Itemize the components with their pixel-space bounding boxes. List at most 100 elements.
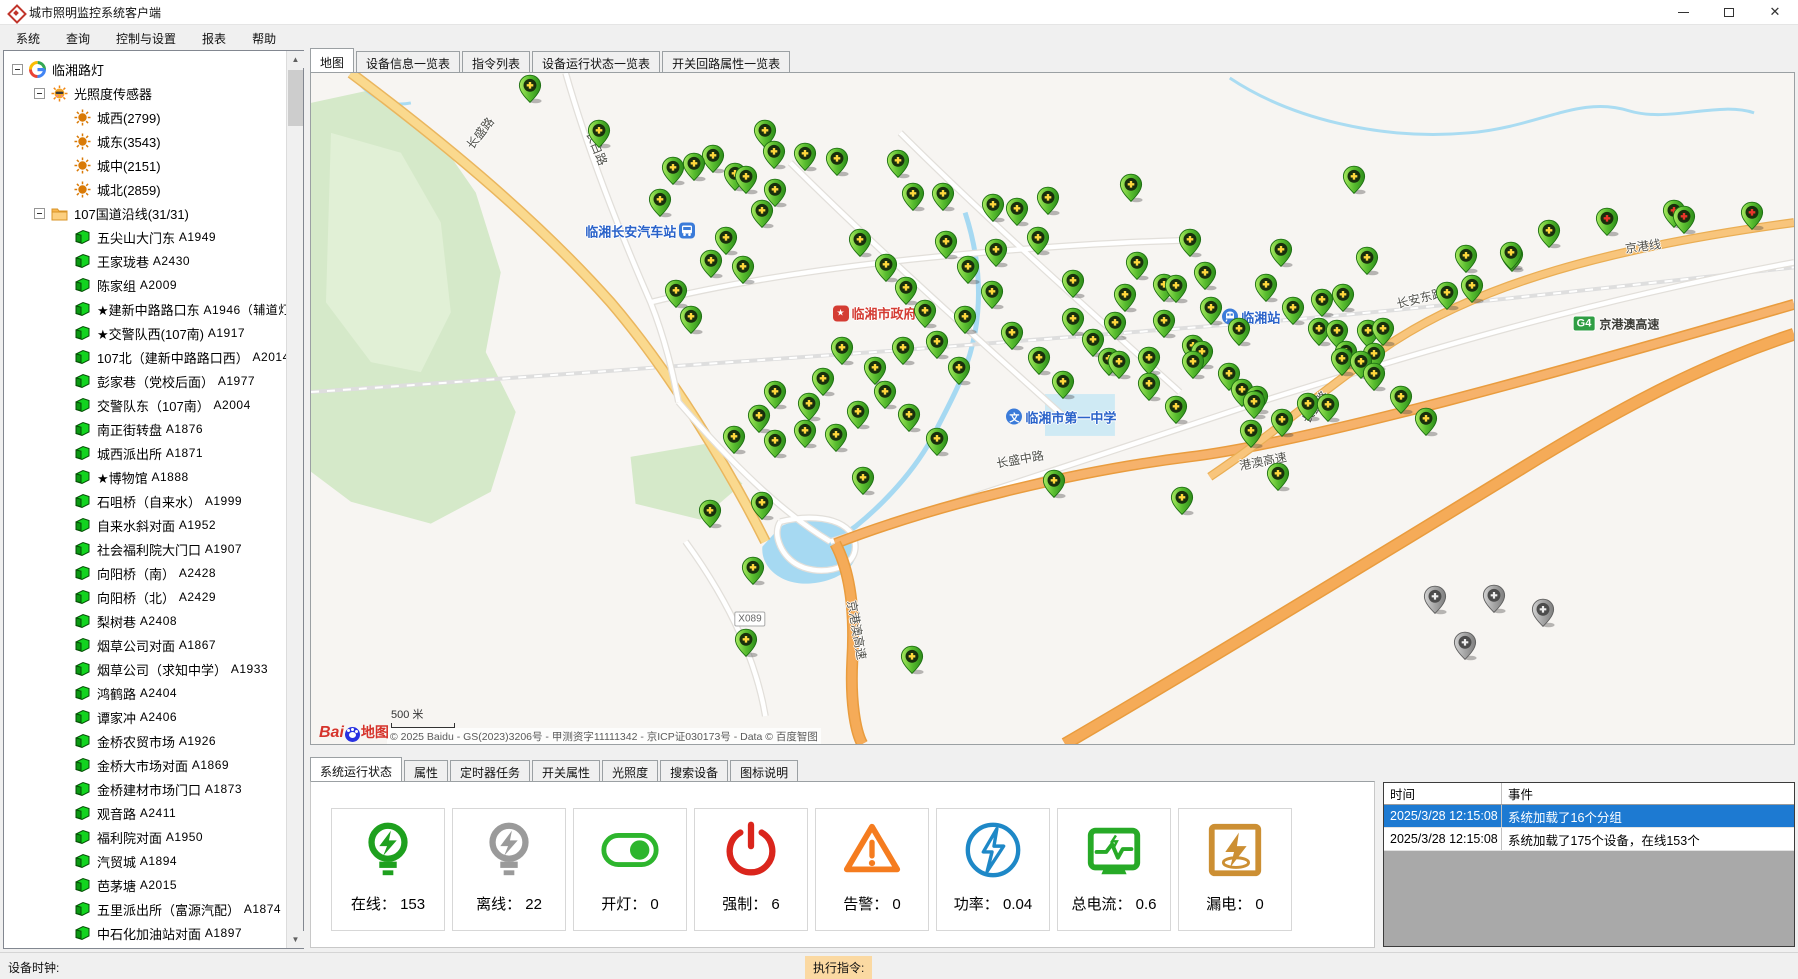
tree-item-1-17[interactable]: 烟草公司对面 A1867 xyxy=(4,633,286,657)
map-pin-alarm[interactable] xyxy=(1740,201,1764,231)
map-pin-online[interactable] xyxy=(1107,350,1131,380)
tree-item-group-0[interactable]: 光照度传感器 xyxy=(4,81,286,105)
tree-item-1-24[interactable]: 观音路 A2411 xyxy=(4,801,286,825)
tab-设备运行状态一览表[interactable]: 设备运行状态一览表 xyxy=(532,51,660,72)
map-pin-online[interactable] xyxy=(1331,283,1355,313)
scroll-down-icon[interactable]: ▼ xyxy=(287,931,304,948)
maximize-button[interactable] xyxy=(1706,0,1752,24)
map-pin-online[interactable] xyxy=(830,336,854,366)
map-pin-online[interactable] xyxy=(1125,251,1149,281)
tree-expander-icon[interactable] xyxy=(34,208,45,219)
map-pin-online[interactable] xyxy=(934,230,958,260)
tree-item-1-16[interactable]: 梨树巷 A2408 xyxy=(4,609,286,633)
map-pin-online[interactable] xyxy=(1310,288,1334,318)
map-pin-online[interactable] xyxy=(851,466,875,496)
map-pin-online[interactable] xyxy=(947,356,971,386)
map-pin-online[interactable] xyxy=(825,147,849,177)
tree-item-1-29[interactable]: 中石化加油站对面 A1897 xyxy=(4,921,286,945)
map-pin-online[interactable] xyxy=(648,188,672,218)
map-pin-online[interactable] xyxy=(734,628,758,658)
tree-item-1-26[interactable]: 汽贸城 A1894 xyxy=(4,849,286,873)
poi-label[interactable]: 文临湘市第一中学 xyxy=(1006,407,1116,426)
bottom-tab-定时器任务[interactable]: 定时器任务 xyxy=(450,760,530,781)
map-pin-online[interactable] xyxy=(763,429,787,459)
tree-item-1-18[interactable]: 烟草公司（求知中学） A1933 xyxy=(4,657,286,681)
tree-item-1-20[interactable]: 谭家冲 A2406 xyxy=(4,705,286,729)
map-pin-online[interactable] xyxy=(925,330,949,360)
tree-item-1-10[interactable]: ★博物馆 A1888 xyxy=(4,465,286,489)
map-pin-online[interactable] xyxy=(1414,407,1438,437)
map-pin-online[interactable] xyxy=(984,238,1008,268)
tree-item-1-0[interactable]: 五尖山大门东 A1949 xyxy=(4,225,286,249)
map-pin-offline[interactable] xyxy=(1453,631,1477,661)
map-pin-online[interactable] xyxy=(901,182,925,212)
map-pin-online[interactable] xyxy=(1537,219,1561,249)
map-pin-online[interactable] xyxy=(1178,228,1202,258)
map-pin-online[interactable] xyxy=(1026,226,1050,256)
map-pin-online[interactable] xyxy=(1355,246,1379,276)
poi-label[interactable]: ★临湘市政府 xyxy=(833,304,917,323)
tree-item-1-25[interactable]: 福利院对面 A1950 xyxy=(4,825,286,849)
tree-expander-icon[interactable] xyxy=(12,64,23,75)
map-pin-online[interactable] xyxy=(682,152,706,182)
tree-item-1-2[interactable]: 陈家组 A2009 xyxy=(4,273,286,297)
map-pin-online[interactable] xyxy=(886,149,910,179)
map-pin-online[interactable] xyxy=(1342,165,1366,195)
tree-item-0-1[interactable]: 城东(3543) xyxy=(4,129,286,153)
map-pin-online[interactable] xyxy=(797,392,821,422)
map-pin-online[interactable] xyxy=(931,182,955,212)
tab-开关回路属性一览表[interactable]: 开关回路属性一览表 xyxy=(662,51,790,72)
map-pin-online[interactable] xyxy=(793,419,817,449)
map-pin-online[interactable] xyxy=(1152,309,1176,339)
tree-item-1-21[interactable]: 金桥农贸市场 A1926 xyxy=(4,729,286,753)
map-pin-online[interactable] xyxy=(913,299,937,329)
menu-item-查询[interactable]: 查询 xyxy=(56,27,100,50)
tree-item-1-12[interactable]: 自来水斜对面 A1952 xyxy=(4,513,286,537)
menu-item-报表[interactable]: 报表 xyxy=(192,27,236,50)
scroll-up-icon[interactable]: ▲ xyxy=(287,51,304,68)
map-pin-online[interactable] xyxy=(1435,281,1459,311)
map-canvas[interactable]: 长盛路长白路长盛中路长盛路港澳高速长安东路京港线京港澳高速临湘长安汽车站★临湘市… xyxy=(310,72,1795,745)
map-pin-online[interactable] xyxy=(699,249,723,279)
tree-scrollbar[interactable]: ▲ ▼ xyxy=(286,51,303,948)
tree-item-1-7[interactable]: 交警队东（107南） A2004 xyxy=(4,393,286,417)
map-pin-alarm[interactable] xyxy=(1595,207,1619,237)
map-pin-online[interactable] xyxy=(1454,244,1478,274)
menu-item-控制与设置[interactable]: 控制与设置 xyxy=(106,27,186,50)
map-pin-online[interactable] xyxy=(1027,346,1051,376)
map-pin-online[interactable] xyxy=(900,645,924,675)
tree-expander-icon[interactable] xyxy=(34,88,45,99)
map-pin-online[interactable] xyxy=(1242,390,1266,420)
tree-item-0-0[interactable]: 城西(2799) xyxy=(4,105,286,129)
map-pin-online[interactable] xyxy=(1119,173,1143,203)
tree-item-1-5[interactable]: 107北（建新中路路口西） A2014 xyxy=(4,345,286,369)
map-pin-online[interactable] xyxy=(1061,269,1085,299)
map-pin-online[interactable] xyxy=(981,193,1005,223)
bottom-tab-搜索设备[interactable]: 搜索设备 xyxy=(660,760,728,781)
map-pin-online[interactable] xyxy=(722,425,746,455)
column-header-event[interactable]: 事件 xyxy=(1502,784,1794,803)
tree-item-root[interactable]: 临湘路灯 xyxy=(4,57,286,81)
tree-item-0-2[interactable]: 城中(2151) xyxy=(4,153,286,177)
tree-item-1-28[interactable]: 五里派出所（富源汽配） A1874 xyxy=(4,897,286,921)
map-pin-online[interactable] xyxy=(1113,283,1137,313)
map-pin-offline[interactable] xyxy=(1482,584,1506,614)
bottom-tab-开关属性[interactable]: 开关属性 xyxy=(532,760,600,781)
tree-item-1-14[interactable]: 向阳桥（南） A2428 xyxy=(4,561,286,585)
map-pin-online[interactable] xyxy=(1193,261,1217,291)
map-pin-online[interactable] xyxy=(1499,241,1523,271)
map-pin-online[interactable] xyxy=(750,491,774,521)
map-pin-online[interactable] xyxy=(587,119,611,149)
tab-设备信息一览表[interactable]: 设备信息一览表 xyxy=(356,51,460,72)
map-pin-online[interactable] xyxy=(846,400,870,430)
bottom-tab-图标说明[interactable]: 图标说明 xyxy=(730,760,798,781)
map-pin-online[interactable] xyxy=(1036,186,1060,216)
tree-item-1-3[interactable]: ★建新中路路口东 A1946（辅道灯） xyxy=(4,297,286,321)
scrollbar-thumb[interactable] xyxy=(288,70,303,126)
tree-item-1-19[interactable]: 鸿鹤路 A2404 xyxy=(4,681,286,705)
map-pin-online[interactable] xyxy=(1270,408,1294,438)
map-pin-online[interactable] xyxy=(980,280,1004,310)
map-pin-offline[interactable] xyxy=(1531,598,1555,628)
map-pin-offline[interactable] xyxy=(1423,585,1447,615)
map-pin-online[interactable] xyxy=(750,199,774,229)
